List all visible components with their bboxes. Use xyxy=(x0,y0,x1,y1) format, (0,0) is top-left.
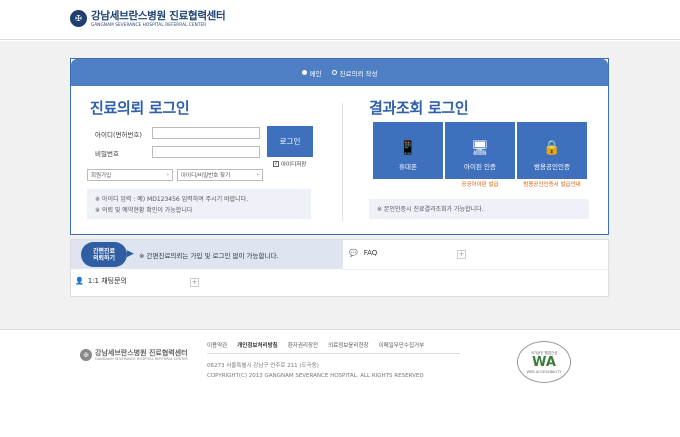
checkbox-checked-icon: ✓ xyxy=(273,161,279,167)
quick-links: 간편진료 의뢰하기 ▶ ※ 간편진료의뢰는 가입 및 로그인 없이 가능합니다. … xyxy=(70,239,610,297)
tab-main[interactable]: 메인 xyxy=(301,68,322,78)
phone-auth-button[interactable]: 📱 휴대폰 xyxy=(373,122,443,179)
id-label: 아이디(면허번호) xyxy=(95,131,142,139)
site-logo[interactable]: ✠ 강남세브란스병원 진료협력센터 GANGNAM SEVERANCE HOSP… xyxy=(70,10,226,27)
badge-line: 간편진료 xyxy=(92,247,116,255)
password-label: 비밀번호 xyxy=(95,150,119,158)
footer-links: 이용약관 개인정보처리방침 환자권리장전 의료정보윤리현장 이메일무단수집거부 xyxy=(207,341,424,349)
simple-referral-text: ※ 간편진료의뢰는 가입 및 로그인 없이 가능합니다. xyxy=(139,252,279,260)
logo-title: 강남세브란스병원 진료협력센터 xyxy=(91,10,226,22)
footer-logo: ✠ 강남세브란스병원 진료협력센터 GANGNAM SEVERANCE HOSP… xyxy=(80,349,188,361)
notice-line: ※ 의뢰 및 예약현황 확인이 가능합니다 xyxy=(95,207,193,214)
password-input[interactable] xyxy=(152,146,260,158)
cert-issue-link[interactable]: 범용공인인증서 발급안내 xyxy=(517,180,587,188)
row-divider xyxy=(343,269,610,270)
mobile-phone-icon: 📱 xyxy=(399,140,417,156)
find-select-value: 아이디/비밀번호 찾기 xyxy=(181,173,231,179)
ipin-auth-button[interactable]: 🖥 아이핀 인증 xyxy=(445,122,515,179)
cert-auth-button[interactable]: 🔒 범용공인인증 xyxy=(517,122,587,179)
web-accessibility-badge: 국가공인 웹접근성 WA WEB ACCESSIBILITY xyxy=(517,341,571,383)
radio-dot-icon xyxy=(301,70,307,75)
save-id-checkbox[interactable]: ✓ 아이디저장 xyxy=(273,160,306,168)
footer-link-privacy[interactable]: 개인정보처리방침 xyxy=(237,341,277,349)
chat-bubble-icon: 💬 xyxy=(349,249,358,257)
tab-referral-label: 진료의뢰 작성 xyxy=(339,69,378,78)
arrow-right-icon: ▶ xyxy=(127,249,134,259)
result-notice: ※ 본인인증시 진료결과조회가 가능합니다. xyxy=(369,199,589,219)
simple-referral-row[interactable]: 간편진료 의뢰하기 ▶ ※ 간편진료의뢰는 가입 및 로그인 없이 가능합니다. xyxy=(71,240,343,269)
chat-inquiry-label: 1:1 채팅문의 xyxy=(87,277,127,285)
chevron-right-icon: › xyxy=(256,172,259,178)
save-id-label: 아이디저장 xyxy=(281,162,307,168)
id-input[interactable] xyxy=(152,127,260,139)
faq-label: FAQ xyxy=(363,249,378,257)
footer-link-divider xyxy=(207,353,460,354)
footer-logo-title: 강남세브란스병원 진료협력센터 xyxy=(95,349,188,357)
join-select-value: 회원가입 xyxy=(91,173,112,179)
panel-tabs: 메인 진료의뢰 작성 xyxy=(71,59,608,86)
ipin-monitor-icon: 🖥 xyxy=(471,140,489,156)
referral-login-title: 진료의뢰 로그인 xyxy=(90,99,190,117)
radio-dot-icon xyxy=(331,70,337,75)
ipin-auth-label: 아이핀 인증 xyxy=(464,163,496,171)
chevron-right-icon: › xyxy=(166,172,169,178)
notice-line: ※ 아이디 입력 : 예) MD123456 입력하여 주시기 바랍니다. xyxy=(95,196,249,203)
hospital-seal-icon: ✠ xyxy=(70,10,87,27)
result-login-title: 결과조회 로그인 xyxy=(369,99,469,117)
ipin-issue-link[interactable]: 공공아이핀 발급 xyxy=(445,180,515,188)
tab-referral-write[interactable]: 진료의뢰 작성 xyxy=(331,68,378,78)
hospital-seal-icon: ✠ xyxy=(80,349,92,361)
chat-plus-icon[interactable]: + xyxy=(190,278,199,287)
find-account-select[interactable]: 아이디/비밀번호 찾기 › xyxy=(177,169,263,181)
footer-divider xyxy=(0,329,680,330)
join-select[interactable]: 회원가입 › xyxy=(87,169,173,181)
footer-link-ethics[interactable]: 의료정보윤리현장 xyxy=(328,341,368,349)
footer-address-block: 06273 서울특별시 강남구 언주로 211 (도곡동) COPYRIGHT(… xyxy=(207,361,424,381)
chat-inquiry-link[interactable]: 👤 1:1 채팅문의 xyxy=(75,276,127,286)
footer-link-patient-rights[interactable]: 환자권리장전 xyxy=(288,341,318,349)
wa-mark-icon: WA xyxy=(532,354,556,370)
tab-main-label: 메인 xyxy=(309,69,322,78)
cert-auth-label: 범용공인인증 xyxy=(534,163,570,171)
footer-copyright: COPYRIGHT(C) 2013 GANGNAM SEVERANCE HOSP… xyxy=(207,373,424,379)
simple-referral-badge[interactable]: 간편진료 의뢰하기 xyxy=(81,242,127,267)
person-icon: 👤 xyxy=(75,277,84,285)
footer-address: 06273 서울특별시 강남구 언주로 211 (도곡동) xyxy=(207,363,319,369)
phone-auth-label: 휴대폰 xyxy=(399,163,417,171)
faq-plus-icon[interactable]: + xyxy=(457,250,466,259)
badge-line: 의뢰하기 xyxy=(92,254,116,262)
referral-notice: ※ 아이디 입력 : 예) MD123456 입력하여 주시기 바랍니다. ※ … xyxy=(87,189,311,219)
badge-bottom-text: WEB ACCESSIBILITY xyxy=(526,369,562,374)
logo-subtitle: GANGNAM SEVERANCE HOSPITAL REFERRAL CENT… xyxy=(91,22,207,27)
lock-icon: 🔒 xyxy=(543,140,561,156)
login-button[interactable]: 로그인 xyxy=(267,126,313,157)
footer-logo-subtitle: GANGNAM SEVERANCE HOSPITAL REFERRAL CENT… xyxy=(95,357,188,361)
faq-link[interactable]: 💬 FAQ xyxy=(349,249,377,257)
footer-link-email-policy[interactable]: 이메일무단수집거부 xyxy=(379,341,425,349)
site-header: ✠ 강남세브란스병원 진료협력센터 GANGNAM SEVERANCE HOSP… xyxy=(0,0,680,40)
column-divider xyxy=(342,103,343,221)
footer-link-terms[interactable]: 이용약관 xyxy=(207,341,227,349)
login-panel: 메인 진료의뢰 작성 진료의뢰 로그인 아이디(면허번호) 비밀번호 로그인 ✓… xyxy=(70,58,609,235)
